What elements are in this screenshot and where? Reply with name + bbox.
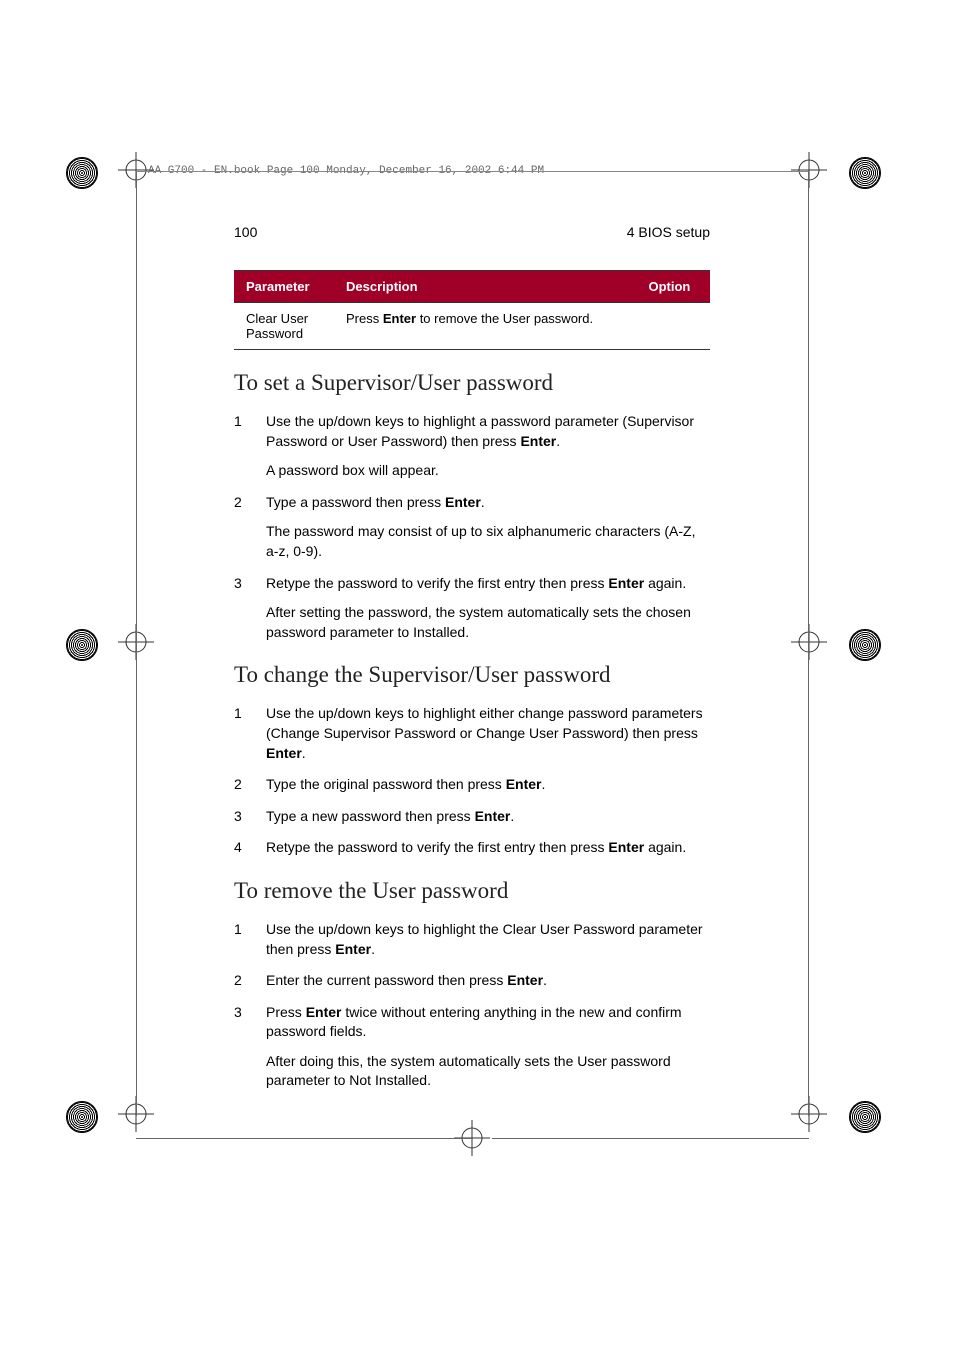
txt: . (556, 433, 560, 449)
heading-set-password: To set a Supervisor/User password (234, 370, 710, 396)
txt: . (542, 776, 546, 792)
sub-text: The password may consist of up to six al… (266, 522, 710, 561)
txt-bold: Enter (608, 839, 644, 855)
chapter-header: 4 BIOS setup (627, 224, 710, 240)
sub-text: After doing this, the system automatical… (266, 1052, 710, 1091)
list-item: Use the up/down keys to highlight a pass… (234, 412, 710, 481)
page-content: Parameter Description Option Clear User … (234, 270, 710, 1103)
reg-ring-bl (66, 1101, 98, 1133)
txt: . (481, 494, 485, 510)
txt: Press (266, 1004, 306, 1020)
cell-desc: Press Enter to remove the User password. (334, 303, 636, 350)
page-top-rule (136, 171, 808, 172)
list-item: Type a new password then press Enter. (234, 807, 710, 827)
txt: again. (644, 839, 686, 855)
list-remove: Use the up/down keys to highlight the Cl… (234, 920, 710, 1091)
txt-bold: Enter (507, 972, 543, 988)
th-parameter: Parameter (234, 271, 334, 303)
list-item: Use the up/down keys to highlight either… (234, 704, 710, 763)
desc-bold: Enter (383, 311, 416, 326)
th-option: Option (636, 271, 710, 303)
list-item: Type a password then press Enter. The pa… (234, 493, 710, 562)
txt: Enter the current password then press (266, 972, 507, 988)
txt-bold: Enter (266, 745, 302, 761)
cell-param: Clear User Password (234, 303, 334, 350)
txt-bold: Enter (506, 776, 542, 792)
txt: Type a password then press (266, 494, 445, 510)
txt: . (543, 972, 547, 988)
reg-ring-tr (849, 157, 881, 189)
txt: Use the up/down keys to highlight the Cl… (266, 921, 703, 957)
crosshair-top-r (791, 152, 827, 188)
txt: . (302, 745, 306, 761)
txt-bold: Enter (475, 808, 511, 824)
txt-bold: Enter (520, 433, 556, 449)
table-row: Clear User Password Press Enter to remov… (234, 303, 710, 350)
list-item: Retype the password to verify the first … (234, 574, 710, 643)
desc-after: to remove the User password. (416, 311, 593, 326)
page-number: 100 (234, 224, 257, 240)
crosshair-bot-r (791, 1096, 827, 1132)
rule-bottom (136, 1138, 472, 1139)
rule-bottom2 (492, 1138, 809, 1139)
list-item: Retype the password to verify the first … (234, 838, 710, 858)
heading-remove-password: To remove the User password (234, 878, 710, 904)
reg-ring-tl (66, 157, 98, 189)
list-item: Press Enter twice without entering anyth… (234, 1003, 710, 1091)
txt: Type the original password then press (266, 776, 506, 792)
list-item: Type the original password then press En… (234, 775, 710, 795)
rule-left (136, 171, 137, 1116)
txt: Type a new password then press (266, 808, 475, 824)
desc-before: Press (346, 311, 383, 326)
list-item: Use the up/down keys to highlight the Cl… (234, 920, 710, 959)
txt: Retype the password to verify the first … (266, 839, 608, 855)
txt: . (371, 941, 375, 957)
txt: Retype the password to verify the first … (266, 575, 608, 591)
txt-bold: Enter (306, 1004, 342, 1020)
sub-text: After setting the password, the system a… (266, 603, 710, 642)
sub-text: A password box will appear. (266, 461, 710, 481)
txt-bold: Enter (445, 494, 481, 510)
heading-change-password: To change the Supervisor/User password (234, 662, 710, 688)
list-item: Enter the current password then press En… (234, 971, 710, 991)
param-table: Parameter Description Option Clear User … (234, 270, 710, 350)
txt: Use the up/down keys to highlight a pass… (266, 413, 694, 449)
list-set: Use the up/down keys to highlight a pass… (234, 412, 710, 642)
reg-ring-br (849, 1101, 881, 1133)
reg-ring-mr (849, 629, 881, 661)
th-description: Description (334, 271, 636, 303)
txt: Use the up/down keys to highlight either… (266, 705, 703, 741)
txt-bold: Enter (608, 575, 644, 591)
txt-bold: Enter (335, 941, 371, 957)
reg-ring-ml (66, 629, 98, 661)
cell-opt (636, 303, 710, 350)
crosshair-mid-r (791, 624, 827, 660)
rule-right (808, 171, 809, 1116)
txt: . (510, 808, 514, 824)
txt: again. (644, 575, 686, 591)
list-change: Use the up/down keys to highlight either… (234, 704, 710, 858)
